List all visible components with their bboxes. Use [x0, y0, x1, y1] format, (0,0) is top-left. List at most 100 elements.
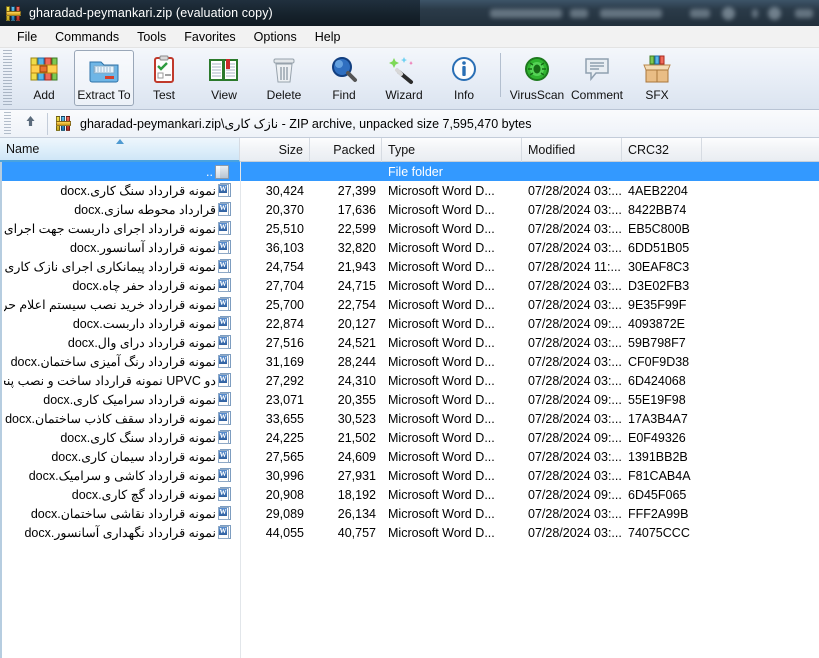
- table-row[interactable]: W نمونه قرارداد سیمان کاری.docx 27,565 24,6…: [0, 447, 819, 466]
- cell-size: 25,510: [265, 221, 304, 236]
- column-header-crc32[interactable]: CRC32: [622, 138, 702, 162]
- up-one-level-button[interactable]: [17, 112, 43, 136]
- toolbar-label-view: View: [211, 88, 237, 102]
- column-header-modified[interactable]: Modified: [522, 138, 622, 162]
- table-row[interactable]: W نمونه قرارداد رنگ آمیزی ساختمان.docx 31,…: [0, 352, 819, 371]
- table-row[interactable]: W قرارداد محوطه سازی.docx 20,370 17,636 Micr…: [0, 200, 819, 219]
- archive-path-text[interactable]: gharadad-peymankari.zip\نازک کاری - ZIP …: [80, 116, 532, 131]
- cell-name: W نمونه قرارداد نگهداری آسانسور.docx: [0, 523, 240, 542]
- word-doc-icon: W: [217, 430, 231, 445]
- cell-type: Microsoft Word D...: [388, 316, 495, 331]
- cell-name: W نمونه قرارداد سنگ کاری.docx: [0, 181, 240, 200]
- column-header-type[interactable]: Type: [382, 138, 522, 162]
- cell-name-label: نمونه قرارداد سرامیک کاری.docx: [43, 393, 216, 407]
- menu-item-tools[interactable]: Tools: [128, 28, 175, 46]
- cell-packed: 28,244: [337, 354, 376, 369]
- column-header-packed[interactable]: Packed: [310, 138, 382, 162]
- toolbar-button-info[interactable]: Info: [434, 50, 494, 106]
- extract-to-icon: [87, 54, 121, 86]
- toolbar-label-delete: Delete: [266, 88, 302, 102]
- cell-name: W نمونه قرارداد کاشی و سرامیک.docx: [0, 466, 240, 485]
- table-row[interactable]: W نمونه قرارداد سرامیک کاری.docx 23,071 20,…: [0, 390, 819, 409]
- toolbar-button-extract-to[interactable]: Extract To: [74, 50, 134, 106]
- cell-size: 33,655: [265, 411, 304, 426]
- table-row[interactable]: W نمونه قرارداد درای وال.docx 27,516 24,521…: [0, 333, 819, 352]
- toolbar-button-find[interactable]: Find: [314, 50, 374, 106]
- table-row[interactable]: W نمونه قرارداد سنگ کاری.docx 30,424 27,399…: [0, 181, 819, 200]
- cell-packed: 40,757: [337, 525, 376, 540]
- table-row[interactable]: W نمونه قرارداد پیمانکاری اجرای نازک کاری…: [0, 257, 819, 276]
- column-header-size[interactable]: Size: [240, 138, 310, 162]
- cell-modified: [522, 162, 622, 181]
- table-row[interactable]: W نمونه قرارداد داربست.docx 22,874 20,127 Mi…: [0, 314, 819, 333]
- column-header-modified-label: Modified: [528, 143, 576, 157]
- cell-modified: 07/28/2024 03:...: [528, 411, 622, 426]
- table-row[interactable]: W نمونه قرارداد نقاشی ساختمان.docx 29,089 2…: [0, 504, 819, 523]
- cell-packed: 20,127: [337, 316, 376, 331]
- cell-name-label: ..: [206, 164, 213, 179]
- cell-name-label: نمونه قرارداد سقف کاذب ساختمان.docx: [5, 412, 216, 426]
- table-row[interactable]: W نمونه قرارداد نگهداری آسانسور.docx 44,05…: [0, 523, 819, 542]
- archive-path-description: - ZIP archive, unpacked size 7,595,470 b…: [278, 117, 532, 131]
- table-row[interactable]: W نمونه قرارداد سنگ کاری.docx 24,225 21,502…: [0, 428, 819, 447]
- file-list-rows[interactable]: .. File folder W نمونه قرارداد سنگ کاری.doc…: [0, 162, 819, 658]
- virusscan-icon: [520, 54, 554, 86]
- table-row[interactable]: W نمونه قرارداد حفر چاه.docx 27,704 24,715 M…: [0, 276, 819, 295]
- menu-item-options[interactable]: Options: [245, 28, 306, 46]
- cell-modified: 07/28/2024 03:...: [528, 183, 622, 198]
- toolbar-button-delete[interactable]: Delete: [254, 50, 314, 106]
- toolbar-button-test[interactable]: Test: [134, 50, 194, 106]
- menu-item-favorites[interactable]: Favorites: [175, 28, 244, 46]
- cell-name-label: نمونه قرارداد کاشی و سرامیک.docx: [28, 469, 216, 483]
- cell-packed: 30,523: [337, 411, 376, 426]
- cell-type: Microsoft Word D...: [388, 468, 495, 483]
- cell-name: W نمونه قرارداد پیمانکاری اجرای نازک کاری…: [0, 257, 240, 276]
- word-doc-icon: W: [217, 449, 231, 464]
- cell-size: 24,225: [265, 430, 304, 445]
- menu-item-commands[interactable]: Commands: [46, 28, 128, 46]
- toolbar-grip[interactable]: [3, 50, 12, 106]
- cell-crc32: 6D45F065: [628, 487, 687, 502]
- cell-name: Wدو UPVC نمونه قرارداد ساخت و نصب پنجره.…: [0, 371, 240, 390]
- wizard-wand-icon: [387, 54, 421, 86]
- cell-name-label: نمونه قرارداد سنگ کاری.docx: [60, 431, 216, 445]
- column-header-name[interactable]: Name: [0, 138, 240, 162]
- folder-up-icon: [215, 164, 230, 179]
- cell-name-label: قرارداد محوطه سازی.docx: [74, 203, 216, 217]
- path-bar: gharadad-peymankari.zip\نازک کاری - ZIP …: [0, 110, 819, 138]
- cell-size: 30,424: [265, 183, 304, 198]
- cell-name: W نمونه قرارداد سنگ کاری.docx: [0, 428, 240, 447]
- toolbar-button-comment[interactable]: Comment: [567, 50, 627, 106]
- toolbar-button-sfx[interactable]: SFX: [627, 50, 687, 106]
- toolbar-button-view[interactable]: View: [194, 50, 254, 106]
- cell-type: Microsoft Word D...: [388, 240, 495, 255]
- cell-packed: 26,134: [337, 506, 376, 521]
- cell-name-label: نمونه قرارداد نگهداری آسانسور.docx: [24, 526, 216, 540]
- table-row[interactable]: W نمونه قرارداد سقف کاذب ساختمان.docx 33,6…: [0, 409, 819, 428]
- toolbar-button-add[interactable]: Add: [14, 50, 74, 106]
- table-row[interactable]: Wدو UPVC نمونه قرارداد ساخت و نصب پنجره.…: [0, 371, 819, 390]
- word-doc-icon: W: [217, 411, 231, 426]
- toolbar-button-wizard[interactable]: Wizard: [374, 50, 434, 106]
- cell-packed: 20,355: [337, 392, 376, 407]
- toolbar-label-sfx: SFX: [645, 88, 669, 102]
- menu-item-help[interactable]: Help: [306, 28, 350, 46]
- cell-modified: 07/28/2024 03:...: [528, 202, 622, 217]
- table-row[interactable]: W نمونه قرارداد کاشی و سرامیک.docx 30,996 2…: [0, 466, 819, 485]
- column-header-packed-label: Packed: [333, 143, 375, 157]
- title-bar[interactable]: gharadad-peymankari.zip (evaluation copy…: [0, 0, 420, 26]
- word-doc-icon: W: [217, 221, 231, 236]
- cell-name-label: نمونه قرارداد پیمانکاری اجرای نازک کاری …: [4, 260, 216, 274]
- table-row[interactable]: W نمونه قرارداد آسانسور.docx 36,103 32,820 M…: [0, 238, 819, 257]
- menu-item-file[interactable]: File: [8, 28, 46, 46]
- cell-packed: 21,943: [337, 259, 376, 274]
- column-header-filler[interactable]: [702, 138, 819, 162]
- toolbar-button-virusscan[interactable]: VirusScan: [507, 50, 567, 106]
- table-row[interactable]: W نمونه قرارداد گچ کاری.docx 20,908 18,192 M…: [0, 485, 819, 504]
- table-row[interactable]: Wنمونه قرارداد خرید نصب سیستم اعلام حریق…: [0, 295, 819, 314]
- table-row[interactable]: .. File folder: [0, 162, 819, 181]
- window-title: gharadad-peymankari.zip (evaluation copy…: [29, 6, 273, 20]
- pathbar-grip[interactable]: [4, 111, 11, 136]
- table-row[interactable]: Wنمونه قرارداد اجرای داربست جهت اجرای نم…: [0, 219, 819, 238]
- cell-type: Microsoft Word D...: [388, 487, 495, 502]
